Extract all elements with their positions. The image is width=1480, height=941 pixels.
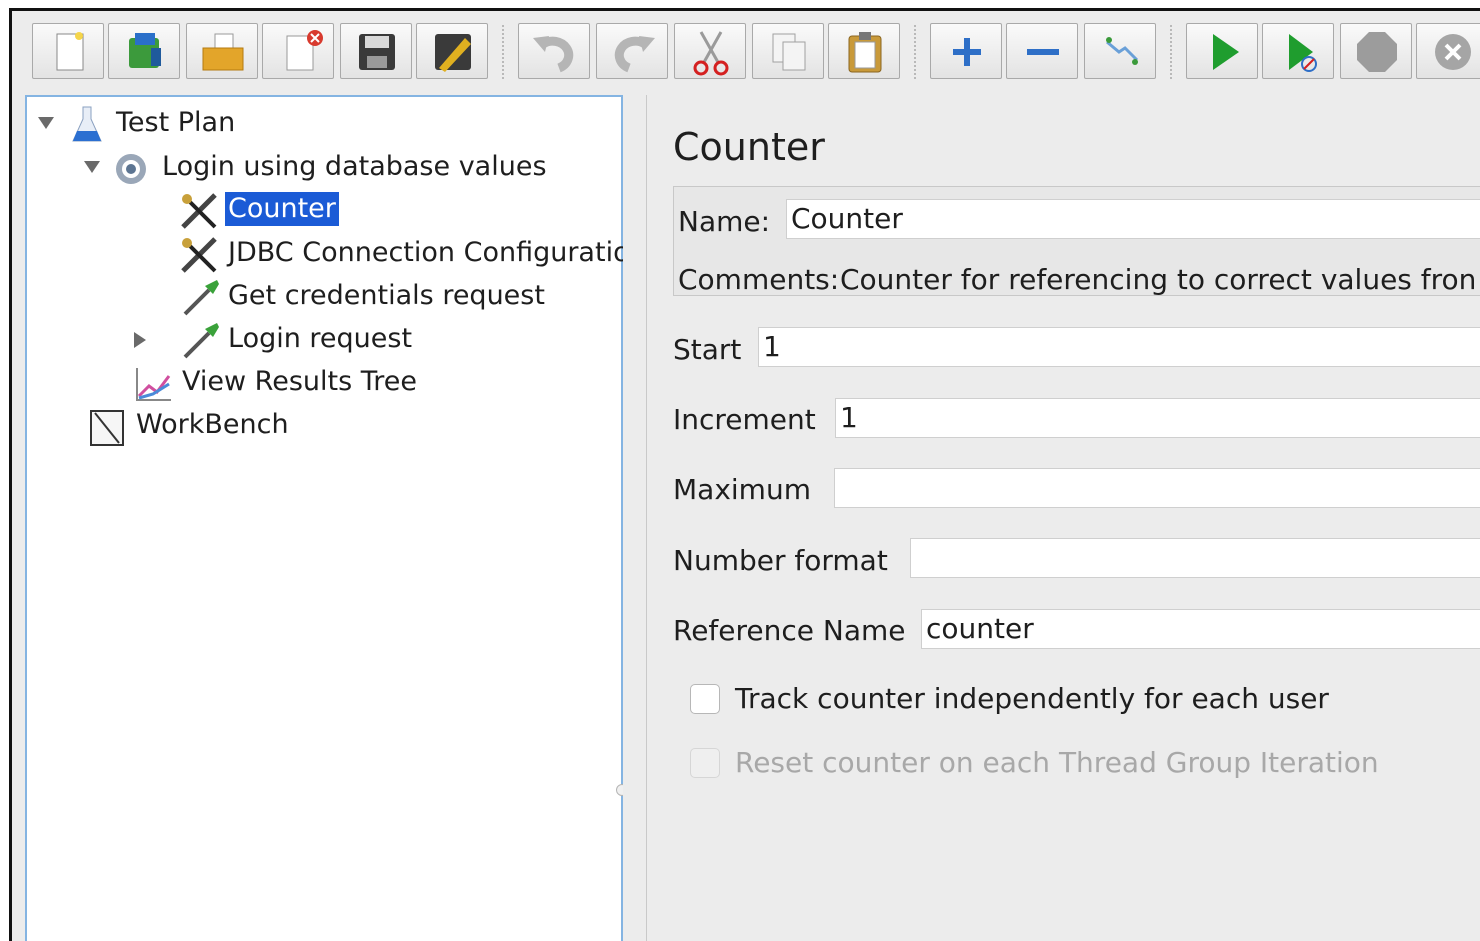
close-button[interactable] bbox=[262, 23, 334, 79]
reference-name-label: Reference Name bbox=[673, 614, 906, 647]
app-window: Test Plan Login using database values Co… bbox=[9, 8, 1480, 941]
undo-button[interactable] bbox=[518, 23, 590, 79]
comments-field[interactable]: Counter for referencing to correct value… bbox=[840, 263, 1476, 296]
start-field[interactable]: 1 bbox=[758, 327, 1480, 367]
sampler-pipette-icon bbox=[179, 321, 223, 365]
name-comments-box: Name: Counter Comments: Counter for refe… bbox=[673, 186, 1480, 296]
maximum-field[interactable] bbox=[834, 468, 1480, 508]
toolbar-separator bbox=[1170, 25, 1172, 79]
counter-editor-panel: Counter Name: Counter Comments: Counter … bbox=[648, 95, 1480, 941]
collapse-all-button[interactable] bbox=[1006, 23, 1078, 79]
flask-icon bbox=[67, 105, 107, 149]
comments-label: Comments: bbox=[678, 263, 840, 296]
start-button[interactable] bbox=[1186, 23, 1258, 79]
reset-each-iteration-checkbox[interactable] bbox=[690, 748, 720, 778]
paste-button[interactable] bbox=[828, 23, 900, 79]
toolbar-separator bbox=[914, 25, 916, 79]
save-button[interactable] bbox=[340, 23, 412, 79]
toggle-button[interactable] bbox=[1084, 23, 1156, 79]
gear-icon bbox=[109, 149, 153, 193]
track-independently-label: Track counter independently for each use… bbox=[735, 682, 1329, 715]
copy-button[interactable] bbox=[752, 23, 824, 79]
tree-item-label: Counter bbox=[225, 192, 339, 226]
save-as-button[interactable] bbox=[416, 23, 488, 79]
tree-item-label: JDBC Connection Configuration bbox=[228, 237, 647, 268]
toolbar-separator bbox=[502, 25, 504, 79]
start-label: Start bbox=[673, 333, 742, 366]
config-tools-icon bbox=[179, 235, 223, 279]
maximum-label: Maximum bbox=[673, 473, 811, 506]
collapse-arrow-icon[interactable] bbox=[133, 331, 147, 353]
templates-button[interactable] bbox=[108, 23, 180, 79]
graph-icon bbox=[133, 364, 177, 408]
reset-each-iteration-label: Reset counter on each Thread Group Itera… bbox=[735, 746, 1379, 779]
stop-button[interactable] bbox=[1340, 23, 1412, 79]
tree-item-label: View Results Tree bbox=[182, 366, 417, 397]
workbench-icon bbox=[87, 407, 131, 451]
shutdown-button[interactable] bbox=[1416, 23, 1480, 79]
reference-name-field[interactable]: counter bbox=[921, 609, 1480, 649]
tree-item-label: Login request bbox=[228, 323, 413, 354]
test-plan-tree: Test Plan Login using database values Co… bbox=[25, 95, 647, 941]
open-button[interactable] bbox=[186, 23, 258, 79]
expand-arrow-icon[interactable] bbox=[83, 159, 101, 178]
tree-item-label: Test Plan bbox=[116, 107, 236, 138]
increment-field[interactable]: 1 bbox=[835, 398, 1480, 438]
name-label: Name: bbox=[678, 205, 771, 238]
redo-button[interactable] bbox=[596, 23, 668, 79]
sampler-pipette-icon bbox=[179, 278, 223, 322]
tree-item-label: Get credentials request bbox=[228, 280, 545, 311]
increment-label: Increment bbox=[673, 403, 816, 436]
start-no-pauses-button[interactable] bbox=[1262, 23, 1334, 79]
expand-all-button[interactable] bbox=[930, 23, 1002, 79]
number-format-field[interactable] bbox=[910, 538, 1480, 578]
cut-button[interactable] bbox=[674, 23, 746, 79]
tree-item-label: Login using database values bbox=[162, 151, 547, 182]
split-pane-divider[interactable] bbox=[623, 95, 647, 941]
number-format-label: Number format bbox=[673, 544, 888, 577]
new-button[interactable] bbox=[32, 23, 104, 79]
expand-arrow-icon[interactable] bbox=[37, 115, 55, 134]
name-field[interactable]: Counter bbox=[786, 199, 1480, 239]
config-tools-icon bbox=[179, 191, 223, 235]
toolbar bbox=[12, 11, 1480, 95]
track-independently-checkbox[interactable] bbox=[690, 684, 720, 714]
page-title: Counter bbox=[673, 125, 825, 169]
tree-item-label: WorkBench bbox=[136, 409, 289, 440]
